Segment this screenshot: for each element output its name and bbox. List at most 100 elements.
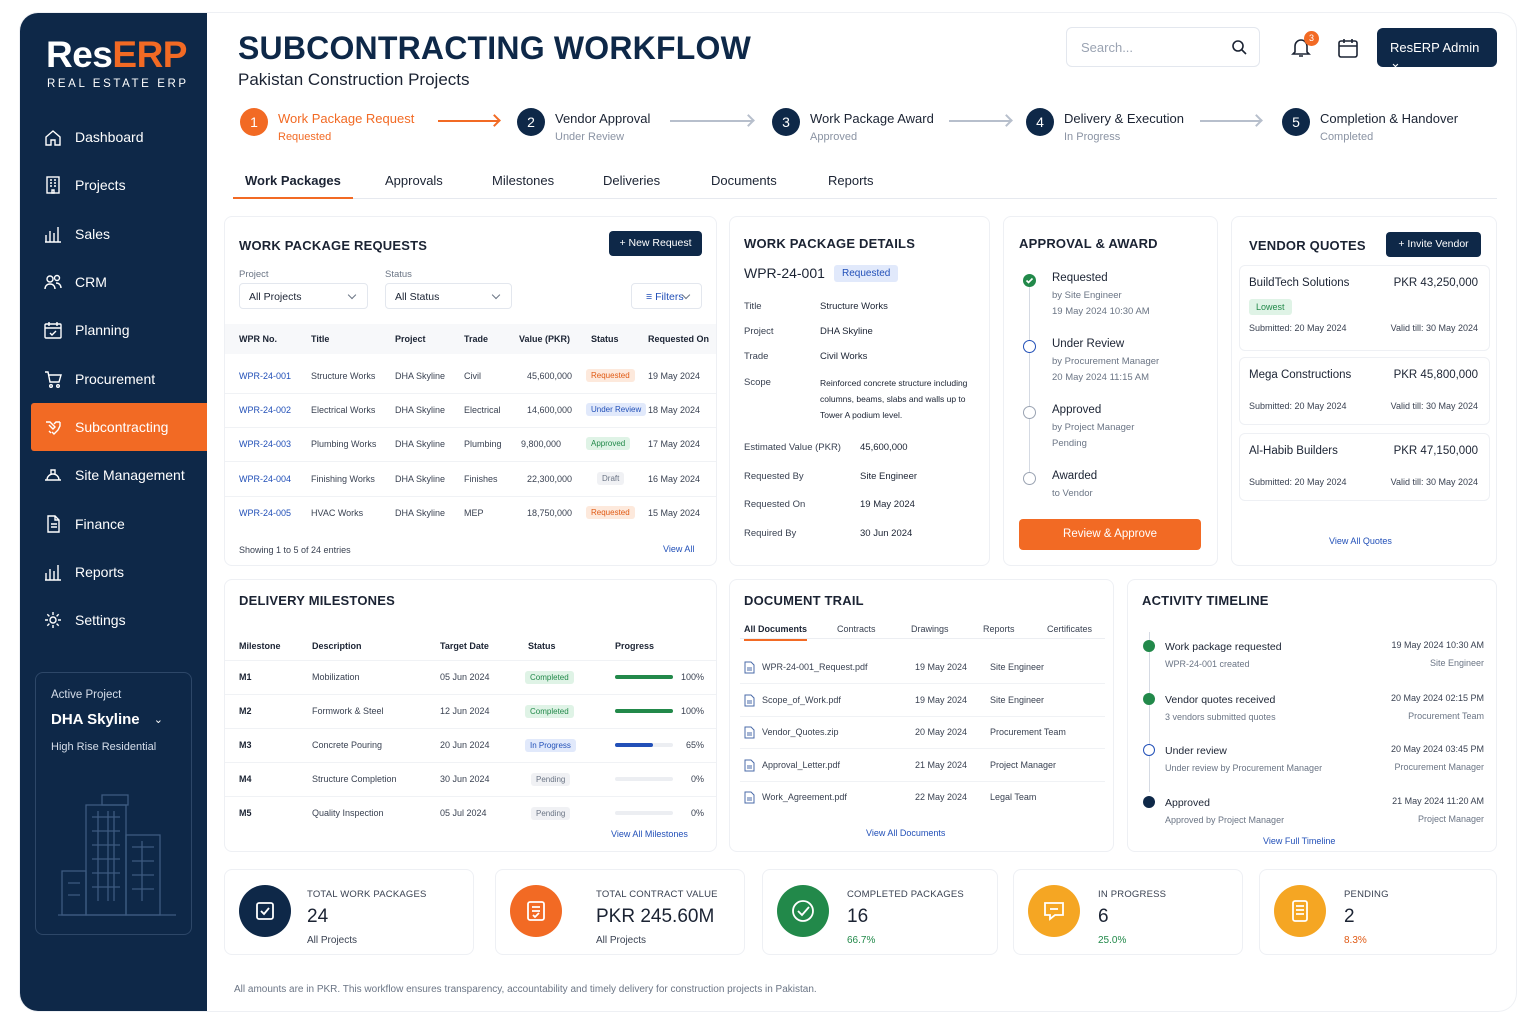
- row-divider: [225, 495, 716, 497]
- table-cell: Electrical Works: [311, 405, 376, 416]
- filters-button[interactable]: ≡ Filters: [631, 283, 702, 309]
- chevron-down-icon[interactable]: ⌄: [154, 713, 163, 726]
- search-input[interactable]: Search...: [1066, 27, 1260, 67]
- view-all-quotes-link[interactable]: View All Quotes: [1329, 536, 1392, 546]
- active-project-name[interactable]: DHA Skyline: [51, 711, 140, 728]
- step-number: 3: [772, 108, 800, 136]
- sidebar-item-projects[interactable]: Projects: [20, 161, 207, 209]
- timeline-date: 19 May 2024 10:30 AM: [1391, 640, 1484, 650]
- field-value: Civil Works: [820, 351, 868, 362]
- column-header: Progress: [615, 641, 655, 651]
- wpr-link[interactable]: WPR-24-004: [239, 474, 291, 484]
- approval-step-date: 19 May 2024 10:30 AM: [1052, 306, 1150, 317]
- progress-fill: [615, 743, 653, 747]
- document-link[interactable]: Work_Agreement.pdf: [762, 792, 847, 802]
- doc-tab-certificates[interactable]: Certificates: [1047, 624, 1092, 634]
- active-project-card[interactable]: Active Project DHA Skyline ⌄ High Rise R…: [35, 672, 192, 935]
- step-title: Vendor Approval: [555, 111, 651, 126]
- status-badge: Pending: [531, 807, 571, 820]
- card-title: WORK PACKAGE REQUESTS: [239, 238, 428, 253]
- sidebar-item-planning[interactable]: Planning: [20, 306, 207, 354]
- timeline-actor: Site Engineer: [1429, 658, 1484, 668]
- document-link[interactable]: Scope_of_Work.pdf: [762, 695, 841, 705]
- step-status: Completed: [1320, 131, 1374, 143]
- tab-deliveries[interactable]: Deliveries: [603, 173, 660, 188]
- document-link[interactable]: Approval_Letter.pdf: [762, 760, 840, 770]
- card-title: DOCUMENT TRAIL: [744, 593, 864, 608]
- table-cell: 18 May 2024: [648, 405, 701, 416]
- users-icon: [44, 274, 62, 290]
- notification-badge: 3: [1304, 31, 1319, 46]
- invite-vendor-button[interactable]: + Invite Vendor: [1386, 232, 1481, 257]
- view-all-link[interactable]: View All: [663, 544, 694, 554]
- stat-sub: All Projects: [307, 935, 358, 946]
- arrow-right-icon: [1200, 120, 1260, 122]
- quote-valid-till: Valid till: 30 May 2024: [1390, 477, 1478, 487]
- doc-tab-contracts[interactable]: Contracts: [837, 624, 876, 634]
- new-request-button[interactable]: + New Request: [609, 231, 702, 256]
- milestone-date: 12 Jun 2024: [440, 706, 490, 716]
- document-owner: Site Engineer: [990, 662, 1045, 672]
- calendar-icon[interactable]: [1337, 37, 1359, 59]
- card-title: WORK PACKAGE DETAILS: [744, 236, 916, 251]
- activity-timeline-card: ACTIVITY TIMELINE Work package requested…: [1127, 579, 1497, 852]
- document-link[interactable]: WPR-24-001_Request.pdf: [762, 662, 868, 672]
- stat-card-total-work-packages: TOTAL WORK PACKAGES 24 All Projects: [224, 869, 474, 955]
- column-header: Title: [311, 334, 330, 344]
- doc-tab-drawings[interactable]: Drawings: [911, 624, 949, 634]
- approval-step-by: by Procurement Manager: [1052, 356, 1160, 367]
- sidebar-item-site-management[interactable]: Site Management: [20, 451, 207, 499]
- table-cell: HVAC Works: [311, 507, 364, 518]
- tab-work-packages[interactable]: Work Packages: [233, 173, 353, 199]
- timeline-actor: Procurement Manager: [1394, 762, 1484, 772]
- document-link[interactable]: Vendor_Quotes.zip: [762, 727, 839, 737]
- timeline-desc: Approved by Project Manager: [1165, 815, 1285, 825]
- wpr-link[interactable]: WPR-24-001: [239, 371, 291, 381]
- view-all-milestones-link[interactable]: View All Milestones: [611, 829, 688, 839]
- sidebar-item-reports[interactable]: Reports: [20, 548, 207, 596]
- sidebar-item-settings[interactable]: Settings: [20, 596, 207, 644]
- approval-step-title: Under Review: [1052, 338, 1125, 350]
- stat-value: 6: [1098, 906, 1109, 927]
- field-label: Estimated Value (PKR): [744, 442, 841, 453]
- document-date: 19 May 2024: [915, 694, 968, 705]
- check-circle-icon: [1143, 640, 1155, 652]
- quote-valid-till: Valid till: 30 May 2024: [1390, 323, 1478, 333]
- status-select[interactable]: All Status: [385, 283, 512, 309]
- footer-note: All amounts are in PKR. This workflow en…: [234, 984, 817, 995]
- progress-percent: 100%: [680, 672, 704, 682]
- tab-approvals[interactable]: Approvals: [385, 173, 443, 188]
- sidebar-item-crm[interactable]: CRM: [20, 258, 207, 306]
- wpr-link[interactable]: WPR-24-003: [239, 439, 291, 449]
- user-menu-button[interactable]: ResERP Admin ⌄: [1377, 28, 1497, 70]
- sidebar-item-finance[interactable]: Finance: [20, 499, 207, 547]
- vendor-quote-item[interactable]: [1239, 433, 1490, 501]
- sidebar-item-sales[interactable]: Sales: [20, 210, 207, 258]
- table-cell: Electrical: [464, 405, 501, 416]
- approval-step-title: Approved: [1052, 404, 1102, 416]
- milestone-date: 30 Jun 2024: [440, 774, 490, 784]
- sidebar-item-dashboard[interactable]: Dashboard: [20, 113, 207, 161]
- review-approve-button[interactable]: Review & Approve: [1019, 519, 1201, 550]
- wpr-link[interactable]: WPR-24-005: [239, 508, 291, 518]
- project-select[interactable]: All Projects: [239, 283, 368, 309]
- arrow-right-icon: [670, 120, 752, 122]
- status-badge: Requested: [834, 265, 899, 282]
- doc-tab-all-documents[interactable]: All Documents: [744, 624, 808, 641]
- gear-icon: [45, 612, 61, 629]
- view-full-timeline-link[interactable]: View Full Timeline: [1263, 836, 1335, 846]
- tab-documents[interactable]: Documents: [711, 173, 777, 188]
- step-title: Work Package Award: [810, 111, 934, 126]
- sidebar-item-procurement[interactable]: Procurement: [20, 354, 207, 402]
- sidebar-item-subcontracting[interactable]: Subcontracting: [31, 402, 207, 452]
- doc-tab-reports[interactable]: Reports: [983, 624, 1015, 634]
- view-all-documents-link[interactable]: View All Documents: [866, 828, 945, 838]
- column-header: Milestone: [239, 641, 281, 651]
- stat-sub: 8.3%: [1344, 935, 1367, 946]
- field-value: 19 May 2024: [860, 499, 915, 510]
- tab-milestones[interactable]: Milestones: [492, 173, 554, 188]
- field-value: Site Engineer: [860, 470, 918, 482]
- vendor-quote-item[interactable]: [1239, 357, 1490, 425]
- tab-reports[interactable]: Reports: [828, 173, 874, 188]
- wpr-link[interactable]: WPR-24-002: [239, 405, 291, 415]
